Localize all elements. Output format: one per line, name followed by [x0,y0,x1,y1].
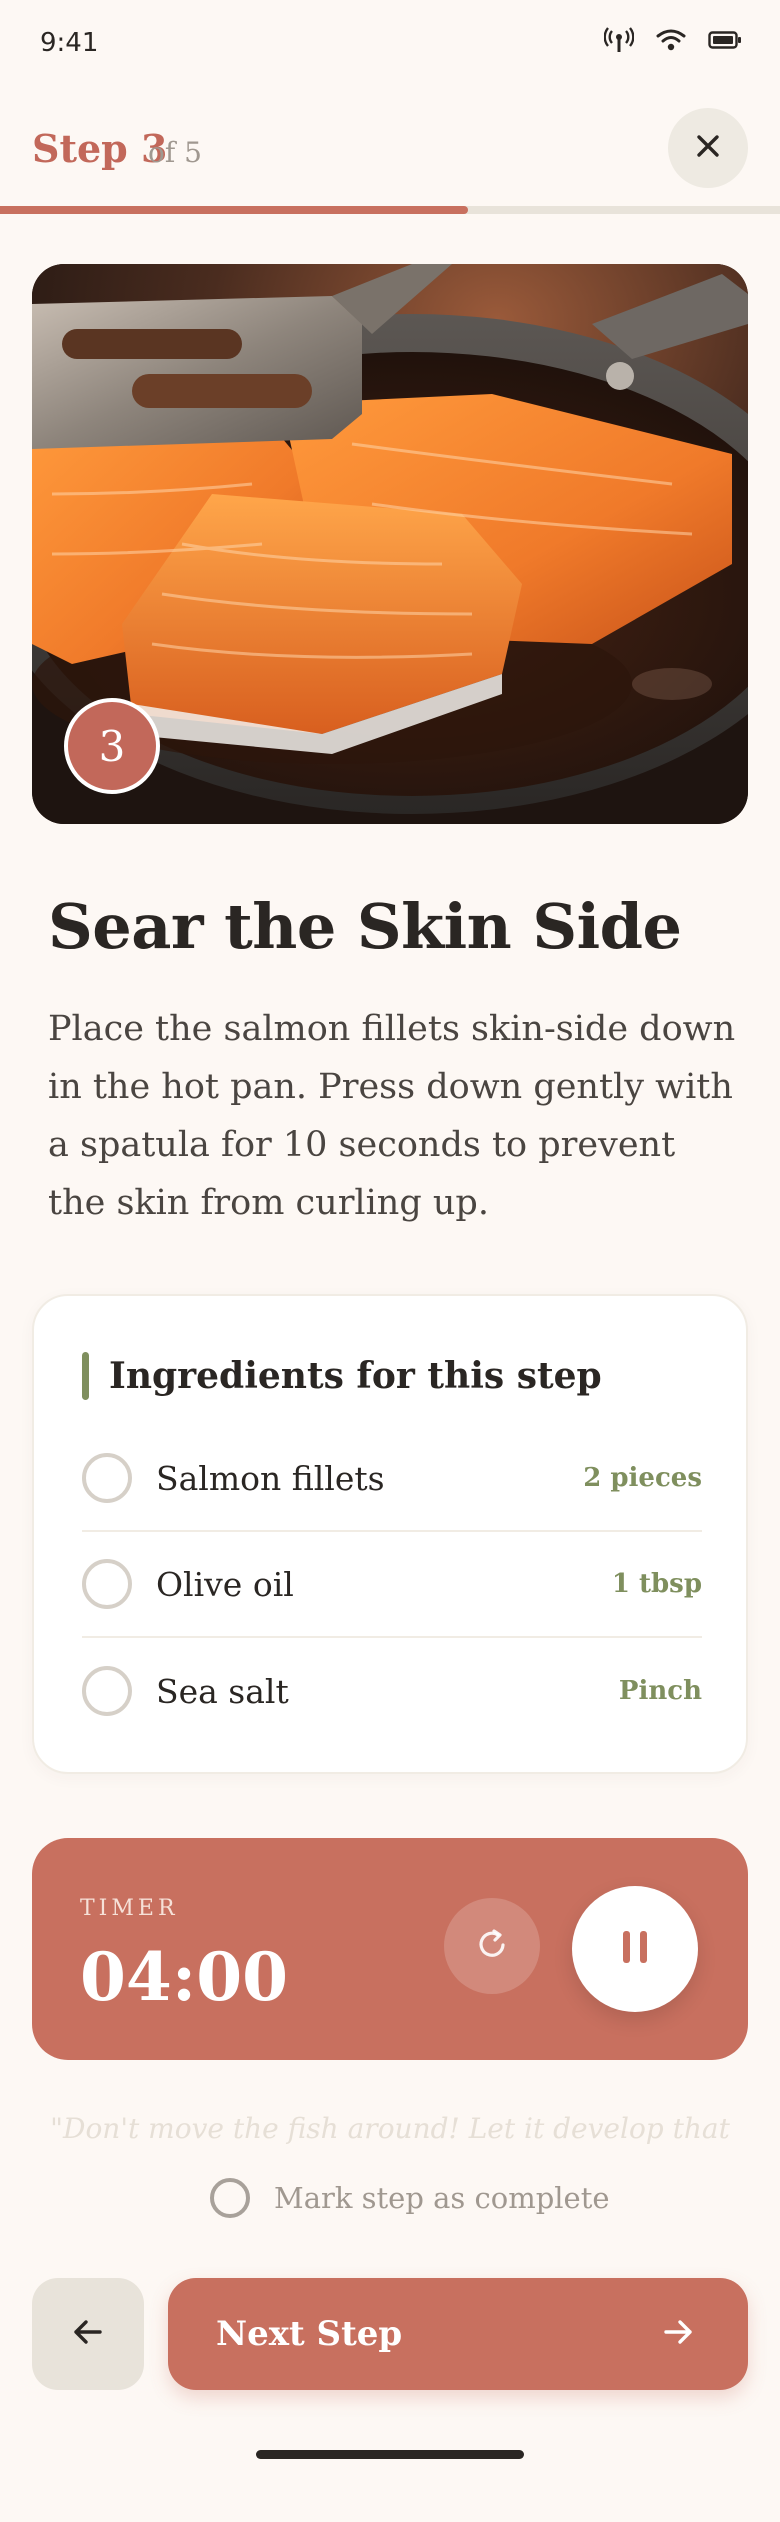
ingredient-quantity: 1 tbsp [611,1569,702,1599]
signal-icon [604,26,634,54]
status-bar: 9:41 [0,0,780,90]
wifi-icon [656,28,686,52]
home-indicator [256,2450,524,2459]
timer-label: TIMER [80,1896,179,1921]
arrow-left-icon [68,2312,108,2356]
ingredient-row[interactable]: Salmon fillets 2 pieces [82,1426,702,1532]
mark-complete-checkbox[interactable] [210,2178,250,2218]
mark-complete-toggle[interactable]: Mark step as complete [210,2178,610,2218]
step-title: Sear the Skin Side [48,890,682,963]
ingredients-card: Ingredients for this step Salmon fillets… [32,1294,748,1774]
next-step-label: Next Step [216,2314,403,2354]
ingredient-quantity: 2 pieces [583,1463,702,1493]
step-header: Step 3 of 5 [0,100,780,200]
ingredient-name: Olive oil [156,1564,294,1604]
timer-reset-button[interactable] [444,1898,540,1994]
arrow-right-icon [658,2312,698,2356]
mark-complete-label: Mark step as complete [274,2181,610,2215]
status-icons [604,26,742,54]
battery-icon [708,30,742,50]
step-image: 3 [32,264,748,824]
ingredient-checkbox[interactable] [82,1453,132,1503]
timer-value: 04:00 [80,1938,289,2016]
status-time: 9:41 [40,28,99,58]
ingredient-name: Salmon fillets [156,1458,385,1498]
ingredients-header: Ingredients for this step [82,1352,602,1400]
back-button[interactable] [32,2278,144,2390]
reset-icon [472,1924,512,1968]
ingredients-title: Ingredients for this step [109,1355,602,1397]
ingredient-row[interactable]: Olive oil 1 tbsp [82,1532,702,1638]
step-total: of 5 [148,136,202,169]
timer-card: TIMER 04:00 [32,1838,748,2060]
timer-pause-button[interactable] [572,1886,698,2012]
progress-bar [0,206,780,214]
close-button[interactable] [668,108,748,188]
close-icon [693,131,723,165]
pause-icon [618,1927,652,1971]
ingredients-accent-bar [82,1352,89,1400]
ingredient-name: Sea salt [156,1671,289,1711]
progress-fill [0,206,468,214]
ingredient-row[interactable]: Sea salt Pinch [82,1638,702,1744]
next-step-button[interactable]: Next Step [168,2278,748,2390]
ingredient-checkbox[interactable] [82,1666,132,1716]
ingredient-checkbox[interactable] [82,1559,132,1609]
step-description: Place the salmon fillets skin-side down … [48,1009,736,1223]
ingredient-quantity: Pinch [618,1676,702,1706]
step-number-badge: 3 [64,698,160,794]
chef-tip: "Don't move the fish around! Let it deve… [50,2112,730,2145]
ingredients-list: Salmon fillets 2 pieces Olive oil 1 tbsp… [82,1426,702,1744]
